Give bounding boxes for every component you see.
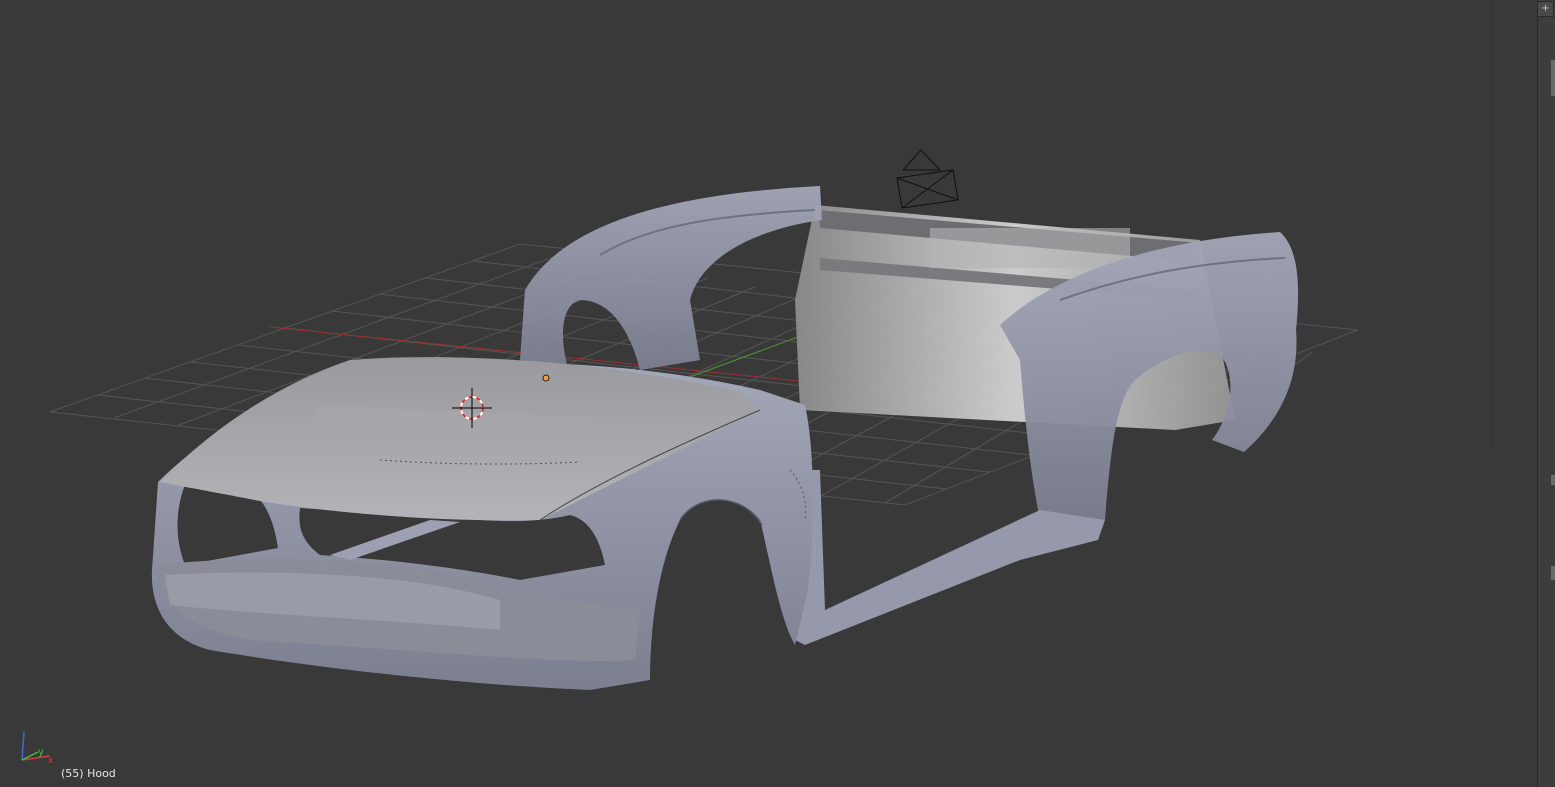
object-info-label: (55) Hood bbox=[61, 767, 116, 780]
scene-canvas[interactable] bbox=[0, 0, 1555, 787]
region-divider[interactable] bbox=[1492, 0, 1493, 445]
right-edge-region[interactable] bbox=[1537, 0, 1555, 787]
add-region-icon[interactable]: + bbox=[1537, 1, 1554, 17]
edge-tab[interactable] bbox=[1551, 60, 1555, 96]
rear-left-fender bbox=[520, 186, 822, 370]
3d-viewport[interactable]: + y x (55) Hood bbox=[0, 0, 1555, 787]
axis-x-label: x bbox=[48, 756, 54, 766]
object-origin-icon bbox=[542, 374, 550, 382]
camera-icon[interactable] bbox=[896, 149, 959, 209]
edge-tab[interactable] bbox=[1551, 566, 1555, 580]
axis-y-label: y bbox=[38, 747, 44, 758]
axis-gizmo-icon: y x bbox=[21, 731, 54, 766]
edge-tab[interactable] bbox=[1551, 475, 1555, 485]
